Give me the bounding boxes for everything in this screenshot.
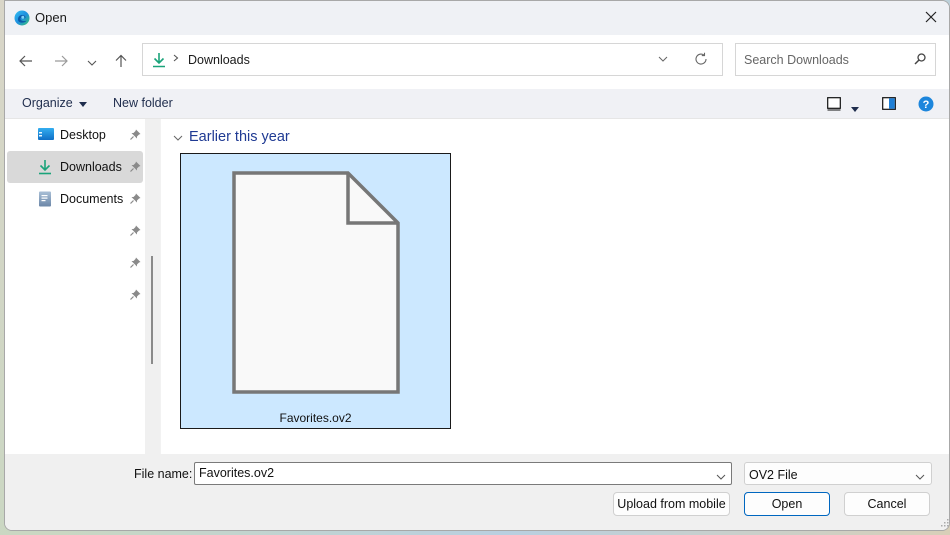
breadcrumb-separator-icon xyxy=(173,52,179,66)
navigation-bar: Downloads xyxy=(5,35,949,89)
help-button[interactable]: ? xyxy=(918,96,934,115)
organize-label: Organize xyxy=(22,96,73,110)
back-button[interactable] xyxy=(14,52,38,72)
refresh-button[interactable] xyxy=(694,52,708,69)
resize-grip-icon[interactable] xyxy=(939,516,949,530)
download-icon xyxy=(152,52,166,71)
dialog-footer: File name: OV2 File Upload from mobile O… xyxy=(5,454,949,530)
help-icon: ? xyxy=(918,96,934,115)
open-file-dialog: Open Downloads Search Downloads Organize… xyxy=(4,0,950,531)
pin-icon[interactable] xyxy=(130,289,141,303)
sidebar-scrollbar-thumb[interactable] xyxy=(151,256,153,364)
group-header[interactable]: Earlier this year xyxy=(173,129,290,145)
view-layout-icon xyxy=(827,97,841,114)
chevron-down-icon xyxy=(915,469,925,483)
breadcrumb-item[interactable]: Downloads xyxy=(188,53,250,67)
new-folder-button[interactable]: New folder xyxy=(113,96,173,110)
sidebar-item-label: Desktop xyxy=(60,128,106,142)
organize-button[interactable]: Organize xyxy=(22,96,87,110)
pin-icon[interactable] xyxy=(130,193,141,207)
upload-from-mobile-button[interactable]: Upload from mobile xyxy=(613,492,730,516)
pin-icon[interactable] xyxy=(130,161,141,175)
file-list: Earlier this year Favorites.ov2 xyxy=(160,119,949,454)
chevron-down-icon[interactable] xyxy=(716,469,726,483)
window-title: Open xyxy=(35,10,67,25)
sidebar-item-downloads[interactable]: Downloads xyxy=(7,151,143,183)
refresh-icon xyxy=(694,52,708,69)
command-toolbar: Organize New folder ? xyxy=(5,89,949,119)
chevron-down-icon xyxy=(658,54,668,68)
new-folder-label: New folder xyxy=(113,96,173,110)
pin-icon[interactable] xyxy=(130,225,141,239)
file-type-value: OV2 File xyxy=(749,468,798,482)
address-bar[interactable]: Downloads xyxy=(142,43,723,76)
edge-browser-icon xyxy=(14,10,30,26)
recent-locations-button[interactable] xyxy=(80,52,104,72)
address-dropdown-button[interactable] xyxy=(658,53,668,68)
svg-text:?: ? xyxy=(923,99,930,111)
group-header-label: Earlier this year xyxy=(189,129,290,145)
close-icon xyxy=(925,11,937,26)
arrow-left-icon xyxy=(19,55,33,70)
title-bar: Open xyxy=(5,1,949,35)
pin-icon[interactable] xyxy=(130,129,141,143)
cancel-button[interactable]: Cancel xyxy=(844,492,930,516)
caret-down-icon xyxy=(78,96,87,110)
file-name: Favorites.ov2 xyxy=(279,411,352,425)
change-view-button[interactable] xyxy=(827,97,841,114)
search-input[interactable] xyxy=(744,52,904,68)
pin-icon[interactable] xyxy=(130,257,141,271)
sidebar-item-label: Downloads xyxy=(60,160,122,174)
search-box[interactable] xyxy=(735,43,936,76)
chevron-down-icon xyxy=(173,129,183,145)
open-button[interactable]: Open xyxy=(744,492,830,516)
search-icon xyxy=(914,53,926,68)
file-type-select[interactable]: OV2 File xyxy=(744,462,932,485)
navigation-pane: Desktop Downloads Documents xyxy=(5,119,145,454)
preview-pane-icon xyxy=(882,97,896,113)
dialog-body: Desktop Downloads Documents Earlier this… xyxy=(5,119,949,454)
preview-pane-button[interactable] xyxy=(882,97,896,113)
generic-file-icon xyxy=(232,171,400,398)
file-item[interactable]: Favorites.ov2 xyxy=(180,153,451,429)
file-name-label: File name: xyxy=(134,467,193,481)
forward-button[interactable] xyxy=(49,52,73,72)
desktop-folder-icon xyxy=(38,127,54,144)
download-icon xyxy=(38,159,52,178)
arrow-right-icon xyxy=(54,55,68,70)
documents-icon xyxy=(38,191,52,210)
sidebar-item-label: Documents xyxy=(60,192,124,206)
arrow-up-icon xyxy=(115,54,127,71)
up-button[interactable] xyxy=(109,52,133,72)
file-name-input[interactable] xyxy=(199,466,699,480)
close-button[interactable] xyxy=(913,1,949,35)
caret-down-icon xyxy=(851,101,859,115)
chevron-down-icon xyxy=(87,55,97,69)
file-name-combobox[interactable] xyxy=(194,462,732,485)
sidebar-item-desktop[interactable]: Desktop xyxy=(7,119,143,151)
view-options-dropdown[interactable] xyxy=(851,101,859,115)
sidebar-item-documents[interactable]: Documents xyxy=(7,183,143,215)
